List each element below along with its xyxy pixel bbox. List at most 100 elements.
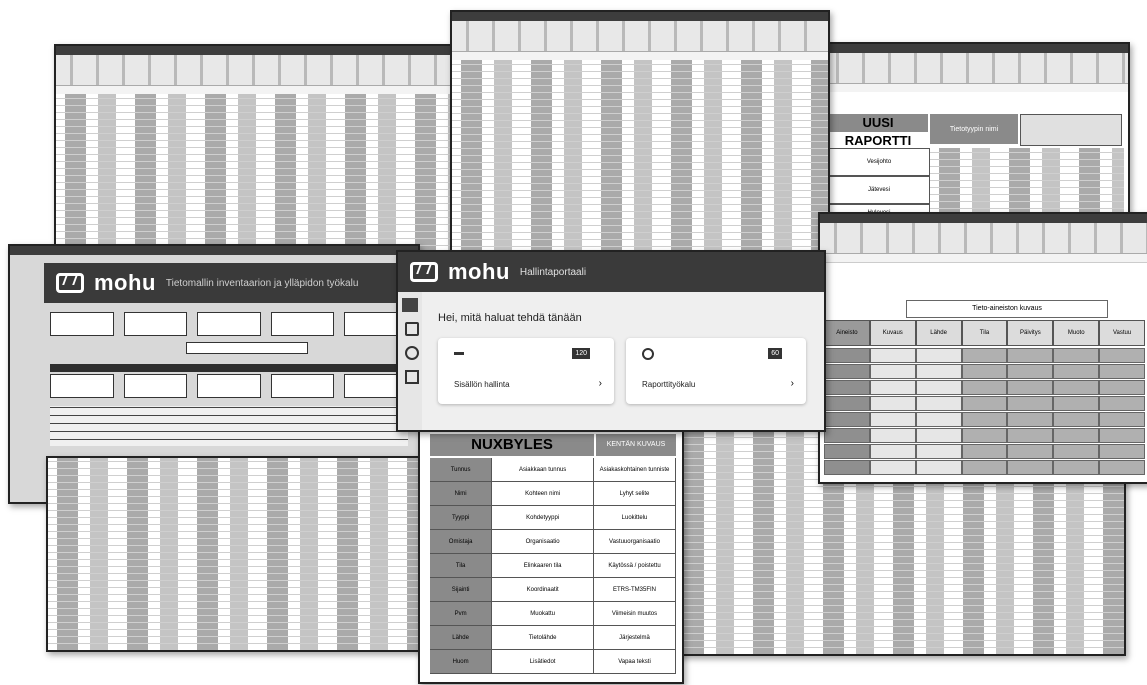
action-card-content[interactable]: 120 Sisällön hallinta ›: [438, 338, 614, 404]
table-cell-left: Tunnus: [430, 458, 493, 481]
table-cell-right: Luokittelu: [594, 506, 676, 529]
sheet-button[interactable]: [50, 312, 114, 336]
column-header: Tila: [961, 320, 1008, 346]
table-cell: [824, 460, 870, 475]
mohu-header: mohu Tietomallin inventaarion ja ylläpid…: [44, 263, 408, 303]
nav-icon-2[interactable]: [405, 346, 419, 360]
column-header-cell: Tietotyypin nimi: [930, 114, 1018, 144]
tagline: Tietomallin inventaarion ja ylläpidon ty…: [165, 277, 359, 289]
table-cell: [915, 348, 962, 363]
table-cell-mid: Kohteen nimi: [492, 482, 594, 505]
menu-icon[interactable]: [402, 298, 418, 312]
title-bar: [56, 46, 454, 55]
card-badge: 60: [768, 348, 782, 359]
ribbon-toolbar[interactable]: [452, 21, 828, 52]
card-badge: 120: [572, 348, 590, 359]
table-cell: [869, 444, 916, 459]
table-cell: [869, 460, 916, 475]
center-button[interactable]: [186, 342, 308, 354]
chevron-right-icon: ›: [598, 378, 602, 389]
table-cell-left: Tyyppi: [430, 506, 493, 529]
table-body: Tunnus Asiakkaan tunnus Asiakaskohtainen t…: [430, 458, 676, 674]
table-cell: [1007, 444, 1054, 459]
table-cell-right: Vapaa teksti: [594, 650, 676, 673]
right-header: KENTÄN KUVAUS: [596, 434, 676, 456]
table-cell-mid: Muokattu: [492, 602, 594, 625]
table-row: Huom Lisätiedot Vapaa teksti: [430, 650, 676, 674]
table-title: Tieto-aineiston kuvaus: [906, 300, 1108, 318]
sheet-button[interactable]: [197, 374, 261, 398]
ribbon-toolbar[interactable]: [56, 55, 454, 86]
table-row: Nimi Kohteen nimi Lyhyt selite: [430, 482, 676, 506]
table-cell: [1099, 412, 1146, 427]
table-cell: [824, 396, 870, 411]
refresh-icon: [642, 348, 654, 360]
notes-area: [50, 406, 408, 446]
button-row: [50, 312, 408, 336]
table-cell: [1053, 396, 1100, 411]
brand-name: mohu: [448, 259, 510, 284]
sheet-button[interactable]: [197, 312, 261, 336]
action-card-reports[interactable]: 60 Raporttityökalu ›: [626, 338, 806, 404]
ribbon-toolbar[interactable]: [820, 223, 1147, 254]
table-cell: [824, 444, 870, 459]
card-label: Sisällön hallinta: [454, 380, 510, 389]
column-header: Aineisto: [824, 320, 870, 346]
sheet-button[interactable]: [123, 374, 188, 398]
sheet-button[interactable]: [50, 374, 114, 398]
table-cell: [961, 460, 1008, 475]
table-row: [824, 412, 1146, 427]
table-row: [824, 460, 1146, 475]
table-row: Tyyppi Kohdetyyppi Luokittelu: [430, 506, 676, 530]
table-row: Tila Elinkaaren tila Käytössä / poistettu: [430, 554, 676, 578]
table-cell: [1099, 460, 1146, 475]
side-nav: [398, 292, 422, 430]
spreadsheet-grid[interactable]: [452, 60, 828, 260]
table-cell: [1007, 364, 1054, 379]
dark-band: [50, 364, 408, 372]
spreadsheet-grid[interactable]: [56, 94, 454, 252]
table-cell: [961, 348, 1008, 363]
sheet-area[interactable]: UUSI RAPORTTI Tietotyypin nimi Vesijohto…: [822, 92, 1128, 222]
table-cell: [1099, 428, 1146, 443]
sheet-button[interactable]: [123, 312, 188, 336]
sheet-button[interactable]: [270, 374, 335, 398]
table-cell: [1099, 380, 1146, 395]
nav-icon-3[interactable]: [405, 370, 419, 384]
table-cell-right: Viimeisin muutos: [594, 602, 676, 625]
table-cell: [1007, 428, 1054, 443]
sheet-button[interactable]: [270, 312, 335, 336]
column-header: Kuvaus: [869, 320, 916, 346]
ribbon-toolbar[interactable]: [822, 53, 1128, 84]
right-table-window: Tieto-aineiston kuvaus Aineisto Kuvaus Läh…: [818, 212, 1147, 484]
nav-icon-1[interactable]: [405, 322, 419, 336]
table-row: Omistaja Organisaatio Vastuuorganisaatio: [430, 530, 676, 554]
title-bar: [452, 12, 828, 21]
page-heading: Hei, mitä haluat tehdä tänään: [438, 312, 582, 324]
table-cell-left: Pvm: [430, 602, 493, 625]
table-cell: [1007, 460, 1054, 475]
table-cell-right: Järjestelmä: [594, 626, 676, 649]
table-cell-right: Käytössä / poistettu: [594, 554, 676, 577]
spreadsheet-grid[interactable]: [48, 458, 438, 650]
nuxbyles-table-window: NUXBYLES KENTÄN KUVAUS Tunnus Asiakkaan t…: [418, 428, 684, 684]
table-cell: [1099, 396, 1146, 411]
table-row: Pvm Muokattu Viimeisin muutos: [430, 602, 676, 626]
mohu-logo-icon: [410, 262, 438, 282]
card-icon: [454, 352, 464, 355]
table-cell: [824, 428, 870, 443]
table-cell: [824, 364, 870, 379]
table-row: [824, 444, 1146, 459]
table-cell: [1007, 412, 1054, 427]
table-cell-left: Sijainti: [430, 578, 493, 601]
column-header: Päivitys: [1007, 320, 1054, 346]
table-cell-mid: Asiakkaan tunnus: [492, 458, 594, 481]
table-cell: [1099, 348, 1146, 363]
table-cell: [869, 428, 916, 443]
table-cell: [869, 364, 916, 379]
formula-bar[interactable]: [820, 254, 1147, 263]
table-row: Tunnus Asiakkaan tunnus Asiakaskohtainen t…: [430, 458, 676, 482]
title-bar: [820, 214, 1147, 223]
mohu-logo-icon: [56, 273, 84, 293]
table-cell: [1007, 380, 1054, 395]
